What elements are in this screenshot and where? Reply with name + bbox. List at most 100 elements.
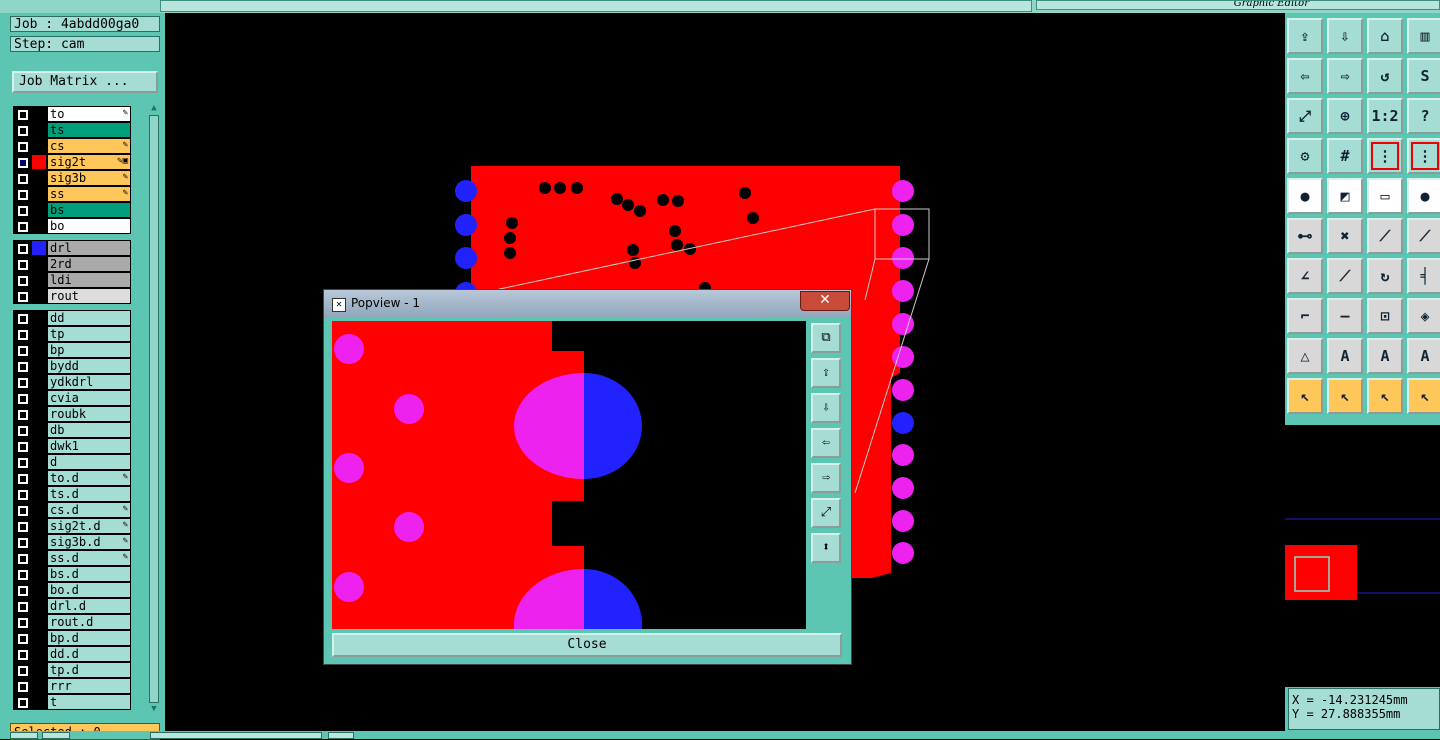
- layer-row-cs-d[interactable]: cs.d ✎: [13, 502, 131, 518]
- layer-name[interactable]: bs: [48, 203, 130, 217]
- corner-tool[interactable]: ⌐: [1287, 298, 1323, 334]
- layer-checkbox[interactable]: [18, 602, 28, 612]
- layer-checkbox[interactable]: [18, 586, 28, 596]
- layer-checkbox[interactable]: [18, 618, 28, 628]
- layer-color-swatch[interactable]: [32, 219, 46, 233]
- layer-name[interactable]: to: [48, 107, 130, 121]
- grid-tool[interactable]: #: [1327, 138, 1363, 174]
- layer-name[interactable]: ydkdrl: [48, 375, 130, 389]
- layer-color-swatch[interactable]: [32, 631, 46, 645]
- home-tool[interactable]: ⌂: [1367, 18, 1403, 54]
- redraw-tool[interactable]: S: [1407, 58, 1440, 94]
- layer-color-swatch[interactable]: [32, 359, 46, 373]
- pad-tool[interactable]: ●: [1287, 178, 1323, 214]
- layer-color-swatch[interactable]: [32, 695, 46, 709]
- layer-color-swatch[interactable]: [32, 599, 46, 613]
- layer-row-cs[interactable]: cs ✎: [13, 138, 131, 154]
- bottom-tab[interactable]: [10, 732, 38, 739]
- layer-checkbox[interactable]: [18, 158, 28, 168]
- layer-row-sig2t-d[interactable]: sig2t.d ✎: [13, 518, 131, 534]
- layer-name[interactable]: bp.d: [48, 631, 130, 645]
- layer-color-swatch[interactable]: [32, 273, 46, 287]
- layer-color-swatch[interactable]: [32, 289, 46, 303]
- layer-row-dwk1[interactable]: dwk1: [13, 438, 131, 454]
- layer-name[interactable]: ss: [48, 187, 130, 201]
- pointer-tool[interactable]: ↖: [1287, 378, 1323, 414]
- layer-name[interactable]: bo: [48, 219, 130, 233]
- layer-checkbox[interactable]: [18, 394, 28, 404]
- layer-name[interactable]: sig3b: [48, 171, 130, 185]
- layer-color-swatch[interactable]: [32, 187, 46, 201]
- popview-tool-0-icon[interactable]: ⧉: [811, 323, 841, 353]
- layer-row-sig3b-d[interactable]: sig3b.d ✎: [13, 534, 131, 550]
- scroll-track[interactable]: [149, 115, 159, 703]
- layer-row-ss-d[interactable]: ss.d ✎: [13, 550, 131, 566]
- layer-checkbox[interactable]: [18, 522, 28, 532]
- popview-tool-6-icon[interactable]: ⬍: [811, 533, 841, 563]
- layer-checkbox[interactable]: [18, 190, 28, 200]
- layer-name[interactable]: sig3b.d: [48, 535, 130, 549]
- layer-row-ldi[interactable]: ldi: [13, 272, 131, 288]
- layer-color-swatch[interactable]: [32, 203, 46, 217]
- window-tool[interactable]: ▥: [1407, 18, 1440, 54]
- layer-color-swatch[interactable]: [32, 407, 46, 421]
- layer-row-cvia[interactable]: cvia: [13, 390, 131, 406]
- layer-name[interactable]: drl: [48, 241, 130, 255]
- bottom-field[interactable]: [150, 732, 322, 739]
- layer-name[interactable]: d: [48, 455, 130, 469]
- layer-color-swatch[interactable]: [32, 455, 46, 469]
- snap-tool[interactable]: ⋮: [1367, 138, 1403, 174]
- layer-row-bydd[interactable]: bydd: [13, 358, 131, 374]
- layer-color-swatch[interactable]: [32, 107, 46, 121]
- layer-row-to[interactable]: to ✎: [13, 106, 131, 122]
- scroll-down-icon[interactable]: ▼: [149, 704, 159, 715]
- layer-checkbox[interactable]: [18, 142, 28, 152]
- segment-tool[interactable]: ⟋: [1367, 218, 1403, 254]
- zoom-fit-tool[interactable]: ⤢: [1287, 98, 1323, 134]
- zoom-center-tool[interactable]: ⊕: [1327, 98, 1363, 134]
- layer-color-swatch[interactable]: [32, 551, 46, 565]
- layer-row-2rd[interactable]: 2rd: [13, 256, 131, 272]
- layer-checkbox[interactable]: [18, 222, 28, 232]
- layer-name[interactable]: rout: [48, 289, 130, 303]
- layer-color-swatch[interactable]: [32, 471, 46, 485]
- layer-checkbox[interactable]: [18, 378, 28, 388]
- layer-row-bp[interactable]: bp: [13, 342, 131, 358]
- layer-color-swatch[interactable]: [32, 139, 46, 153]
- layer-name[interactable]: roubk: [48, 407, 130, 421]
- layer-color-swatch[interactable]: [32, 663, 46, 677]
- undo-zoom-tool[interactable]: ↺: [1367, 58, 1403, 94]
- popview-tool-1-icon[interactable]: ⇪: [811, 358, 841, 388]
- layer-color-swatch[interactable]: [32, 257, 46, 271]
- bottom-tab[interactable]: [42, 732, 70, 739]
- layer-color-swatch[interactable]: [32, 487, 46, 501]
- popview-tool-2-icon[interactable]: ⇩: [811, 393, 841, 423]
- layer-checkbox[interactable]: [18, 410, 28, 420]
- layer-color-swatch[interactable]: [32, 503, 46, 517]
- layer-checkbox[interactable]: [18, 458, 28, 468]
- layer-name[interactable]: ts: [48, 123, 130, 137]
- layer-row-dd-d[interactable]: dd.d: [13, 646, 131, 662]
- layer-scrollbar[interactable]: ▲ ▼: [147, 103, 161, 716]
- layer-name[interactable]: db: [48, 423, 130, 437]
- angle-tool[interactable]: ∠: [1287, 258, 1323, 294]
- layer-checkbox[interactable]: [18, 314, 28, 324]
- scroll-up-icon[interactable]: ▲: [149, 103, 159, 114]
- layer-name[interactable]: bp: [48, 343, 130, 357]
- layer-color-swatch[interactable]: [32, 375, 46, 389]
- move-left-tool[interactable]: ⇦: [1287, 58, 1323, 94]
- layer-checkbox[interactable]: [18, 538, 28, 548]
- layer-color-swatch[interactable]: [32, 311, 46, 325]
- layer-checkbox[interactable]: [18, 206, 28, 216]
- layer-name[interactable]: bo.d: [48, 583, 130, 597]
- segment2-tool[interactable]: ⟋: [1407, 218, 1440, 254]
- layer-color-swatch[interactable]: [32, 583, 46, 597]
- close-icon[interactable]: ✕: [800, 291, 850, 311]
- layer-row-ts-d[interactable]: ts.d: [13, 486, 131, 502]
- move-right-tool[interactable]: ⇨: [1327, 58, 1363, 94]
- layer-name[interactable]: tp: [48, 327, 130, 341]
- layer-row-db[interactable]: db: [13, 422, 131, 438]
- layer-name[interactable]: rout.d: [48, 615, 130, 629]
- layer-name[interactable]: to.d: [48, 471, 130, 485]
- layer-row-drl-d[interactable]: drl.d: [13, 598, 131, 614]
